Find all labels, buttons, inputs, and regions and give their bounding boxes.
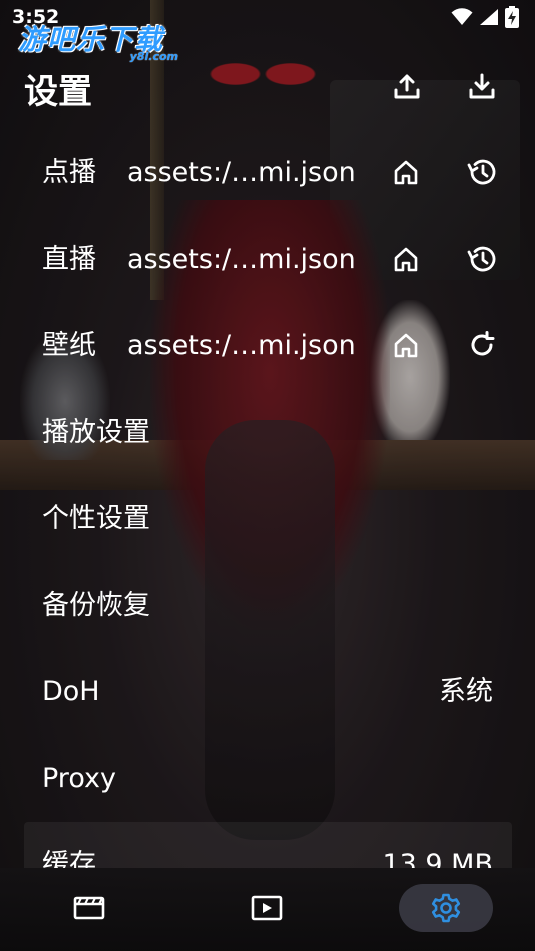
wifi-icon (451, 8, 473, 30)
home-icon (394, 333, 418, 358)
settings-list: 点播 assets:/…mi.json 直播 assets:/…mi.json … (24, 130, 512, 868)
setting-label: 播放设置 (42, 416, 150, 448)
setting-value: assets:/…mi.json (127, 243, 356, 275)
history-icon (467, 246, 496, 271)
wallpaper-home-button[interactable] (390, 329, 422, 361)
upload-button[interactable] (391, 70, 423, 102)
setting-value: assets:/…mi.json (127, 157, 356, 188)
vod-home-button[interactable] (390, 156, 422, 188)
setting-row-player[interactable]: 播放设置 (24, 390, 512, 477)
setting-row-vod[interactable]: 点播 assets:/…mi.json (24, 130, 512, 217)
wallpaper-refresh-button[interactable] (466, 329, 498, 361)
setting-value: assets:/…mi.json (127, 330, 356, 361)
setting-label: 壁纸 (42, 330, 96, 361)
setting-row-wallpaper[interactable]: 壁纸 assets:/…mi.json (24, 303, 512, 390)
setting-label: DoH (42, 676, 100, 707)
setting-row-proxy[interactable]: Proxy (24, 736, 512, 823)
live-history-button[interactable] (466, 243, 498, 275)
setting-value: 13.9 MB (382, 849, 493, 869)
history-icon (467, 159, 496, 185)
vod-history-button[interactable] (466, 156, 498, 188)
refresh-icon (471, 331, 495, 356)
nav-live-button[interactable] (220, 884, 314, 932)
page-title: 设置 (24, 72, 92, 112)
nav-vod-button[interactable] (42, 884, 136, 932)
play-icon (251, 895, 283, 921)
gear-icon (431, 893, 461, 923)
setting-row-cache[interactable]: 缓存 13.9 MB (24, 822, 512, 868)
nav-settings-button[interactable] (399, 884, 493, 932)
setting-label: 个性设置 (42, 503, 150, 534)
setting-label: 点播 (42, 157, 96, 188)
signal-icon (479, 8, 499, 30)
battery-charging-icon (505, 6, 519, 32)
setting-row-live[interactable]: 直播 assets:/…mi.json (24, 217, 512, 304)
setting-value: 系统 (439, 676, 493, 707)
setting-row-doh[interactable]: DoH 系统 (24, 649, 512, 736)
home-icon (394, 160, 418, 185)
setting-row-personal[interactable]: 个性设置 (24, 476, 512, 563)
home-icon (394, 247, 418, 271)
setting-row-backup[interactable]: 备份恢复 (24, 563, 512, 650)
live-home-button[interactable] (390, 243, 422, 275)
setting-label: 直播 (42, 243, 96, 275)
setting-label: Proxy (42, 762, 116, 794)
bottom-nav (0, 868, 535, 951)
settings-scroll-area[interactable]: 点播 assets:/…mi.json 直播 assets:/…mi.json … (0, 130, 535, 868)
status-icons (451, 6, 519, 32)
setting-label: 缓存 (42, 849, 96, 869)
setting-label: 备份恢复 (42, 589, 150, 621)
download-button[interactable] (466, 70, 498, 102)
upload-icon (394, 74, 420, 99)
download-icon (469, 73, 495, 99)
page-header: 设置 (0, 58, 535, 114)
film-icon (73, 896, 105, 920)
